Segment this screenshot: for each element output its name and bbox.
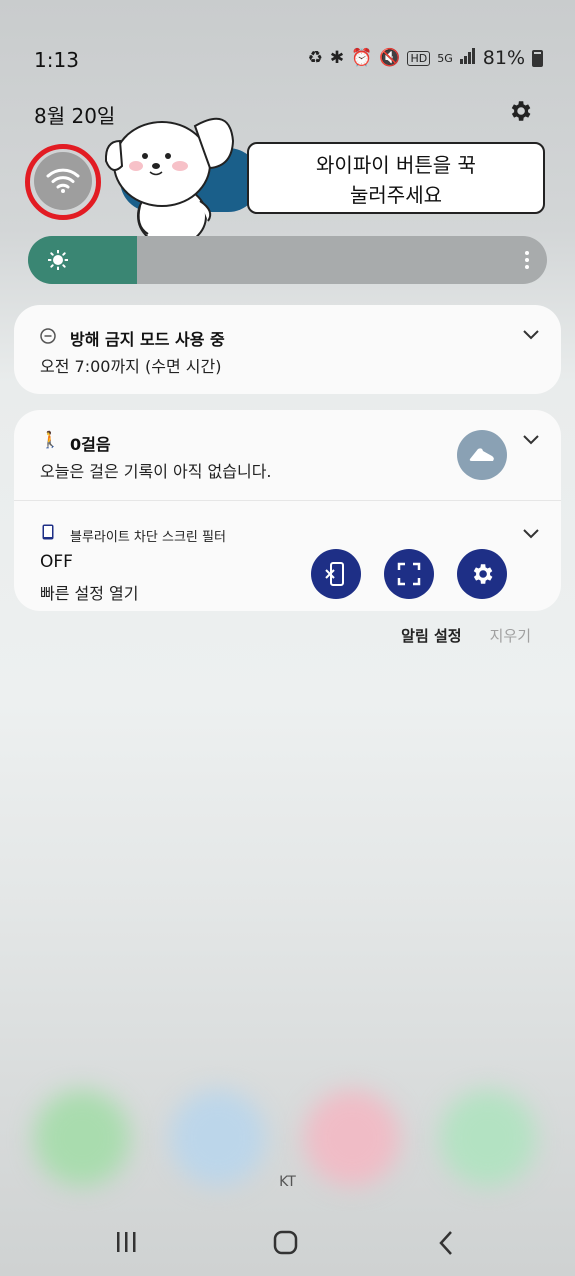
brightness-slider[interactable] bbox=[28, 236, 547, 284]
filter-app-name: 블루라이트 차단 스크린 필터 bbox=[70, 530, 226, 545]
filter-state: OFF bbox=[40, 552, 73, 572]
highlight-ring bbox=[25, 144, 101, 220]
blurred-app-icon bbox=[34, 1090, 130, 1186]
blurred-app-icon bbox=[170, 1090, 266, 1186]
battery-icon bbox=[532, 49, 543, 67]
notification-title: 방해 금지 모드 사용 중 bbox=[70, 330, 225, 349]
recycle-icon: ♻ bbox=[307, 48, 323, 68]
bubble-line-2: 눌러주세요 bbox=[350, 183, 442, 207]
dog-sticker bbox=[104, 117, 235, 247]
divider bbox=[14, 500, 561, 501]
alarm-icon: ⏰ bbox=[351, 48, 373, 68]
notification-actions: 알림 설정 지우기 bbox=[401, 625, 531, 646]
notification-body: 오전 7:00까지 (수면 시간) bbox=[40, 357, 222, 376]
chevron-down-icon[interactable] bbox=[523, 330, 539, 340]
phone-x-icon bbox=[325, 562, 344, 586]
mute-icon: 🔇 bbox=[379, 48, 401, 68]
phone-filter-icon bbox=[42, 524, 54, 540]
notification-settings-link[interactable]: 알림 설정 bbox=[401, 625, 461, 646]
expand-icon bbox=[397, 562, 421, 586]
recent-apps-icon[interactable] bbox=[115, 1231, 137, 1253]
screen-off-button[interactable] bbox=[311, 549, 361, 599]
5g-icon: 5G bbox=[437, 51, 453, 65]
navigation-bar bbox=[0, 1228, 575, 1258]
home-icon[interactable] bbox=[273, 1230, 299, 1256]
settings-gear-icon[interactable] bbox=[507, 98, 533, 128]
clear-all-link[interactable]: 지우기 bbox=[490, 625, 531, 646]
filter-body: 빠른 설정 열기 bbox=[40, 584, 139, 603]
brightness-fill bbox=[28, 236, 137, 284]
bluetooth-icon: ✱ bbox=[329, 48, 345, 68]
speech-bubble: 와이파이 버튼을 꾹 눌러주세요 bbox=[247, 142, 545, 214]
notification-dnd[interactable]: 방해 금지 모드 사용 중 오전 7:00까지 (수면 시간) bbox=[14, 305, 561, 394]
blurred-app-icon bbox=[304, 1090, 400, 1186]
bubble-line-1: 와이파이 버튼을 꾹 bbox=[316, 153, 476, 177]
sun-icon bbox=[48, 250, 68, 270]
shoe-icon bbox=[469, 448, 494, 461]
walker-icon: 🚶 bbox=[40, 430, 60, 449]
signal-icon bbox=[459, 47, 476, 69]
dnd-icon bbox=[40, 328, 56, 344]
battery-percent: 81% bbox=[482, 47, 525, 69]
carrier-label: KT bbox=[279, 1174, 296, 1190]
chevron-down-icon[interactable] bbox=[523, 529, 539, 539]
status-icons: ♻ ✱ ⏰ 🔇 HD 5G 81% bbox=[308, 47, 543, 69]
status-time: 1:13 bbox=[34, 48, 79, 72]
blurred-app-icon bbox=[440, 1090, 536, 1186]
hd-icon: HD bbox=[407, 50, 431, 66]
gear-icon bbox=[473, 564, 493, 584]
steps-title: 0걸음 bbox=[70, 435, 111, 454]
shoe-button[interactable] bbox=[457, 430, 507, 480]
notification-group: 🚶 0걸음 오늘은 걸은 기록이 아직 없습니다. 블루라이트 차단 스크린 필… bbox=[14, 410, 561, 611]
steps-body: 오늘은 걸은 기록이 아직 없습니다. bbox=[40, 462, 272, 481]
back-icon[interactable] bbox=[438, 1230, 454, 1256]
fullscreen-button[interactable] bbox=[384, 549, 434, 599]
chevron-down-icon[interactable] bbox=[523, 435, 539, 445]
more-menu-icon[interactable] bbox=[525, 250, 529, 270]
filter-settings-button[interactable] bbox=[457, 549, 507, 599]
